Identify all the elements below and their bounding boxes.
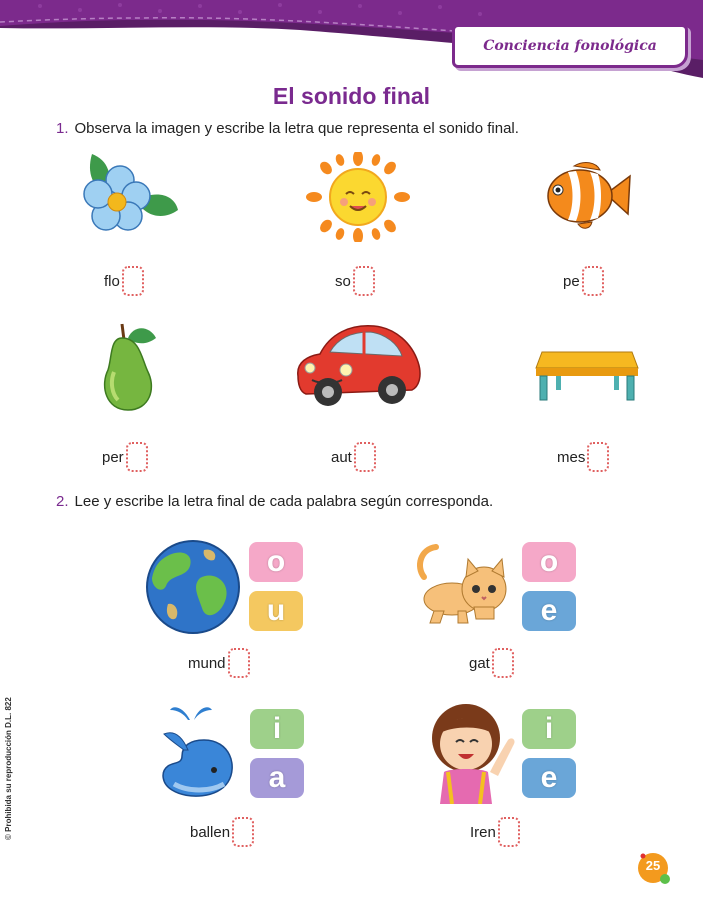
page-number: 25 [645, 858, 661, 873]
exercise-1-item-1: flo [104, 266, 144, 296]
cat-icon [417, 544, 507, 624]
answer-blank[interactable] [227, 648, 250, 678]
pear-icon [103, 323, 156, 411]
word-stem: per [102, 448, 124, 466]
word-stem: aut [331, 448, 352, 466]
exercise-2-item-4: Iren [470, 817, 520, 847]
girl-icon [432, 704, 515, 804]
exercise-2-text: Lee y escribe la letra final de cada pal… [74, 493, 494, 510]
earth-icon [146, 540, 240, 634]
exercise-2-item-2: gat [469, 648, 514, 678]
word-stem: pe [563, 272, 580, 290]
section-tag: Conciencia fonológica [452, 24, 688, 68]
exercise-1-item-4: per [102, 442, 148, 472]
answer-blank[interactable] [353, 442, 376, 472]
option-tile[interactable]: e [522, 758, 576, 798]
table-icon [535, 351, 639, 401]
section-tag-label: Conciencia fonológica [483, 38, 657, 54]
answer-blank[interactable] [232, 817, 255, 847]
exercise-1-text: Observa la imagen y escribe la letra que… [74, 120, 519, 137]
option-tile[interactable]: a [250, 758, 304, 798]
word-stem: mund [188, 654, 226, 672]
exercise-2-number: 2. [56, 493, 69, 510]
answer-blank[interactable] [497, 817, 520, 847]
answer-blank[interactable] [581, 266, 604, 296]
word-stem: Iren [470, 823, 496, 841]
word-stem: gat [469, 654, 490, 672]
exercise-1-item-6: mes [557, 442, 610, 472]
option-tile[interactable]: u [249, 591, 303, 631]
exercise-1-instruction: 1. Observa la imagen y escribe la letra q… [56, 120, 519, 137]
word-stem: mes [557, 448, 586, 466]
page-title: El sonido final [272, 83, 431, 109]
option-tile[interactable]: o [522, 542, 576, 582]
car-icon [297, 325, 421, 406]
flower-icon [83, 154, 178, 231]
whale-icon [162, 707, 233, 797]
word-stem: ballen [190, 823, 231, 841]
copyright-notice: © Prohibida su reproducción D.L. 822 [4, 690, 24, 850]
answer-blank[interactable] [587, 442, 610, 472]
fish-icon [547, 162, 631, 229]
answer-blank[interactable] [491, 648, 514, 678]
option-tile[interactable]: i [522, 709, 576, 749]
answer-blank[interactable] [352, 266, 375, 296]
exercise-2-instruction: 2. Lee y escribe la letra final de cada p… [56, 493, 493, 510]
answer-blank[interactable] [125, 442, 148, 472]
exercise-2-item-1: mund [188, 648, 250, 678]
answer-blank[interactable] [121, 266, 144, 296]
exercise-1-number: 1. [56, 120, 69, 137]
exercise-1-item-2: so [335, 266, 375, 296]
exercise-2-item-3: ballen [190, 817, 255, 847]
option-tile[interactable]: i [250, 709, 304, 749]
word-stem: flo [104, 272, 120, 290]
exercise-1-item-5: aut [331, 442, 376, 472]
sun-icon [306, 152, 410, 242]
option-tile[interactable]: o [249, 542, 303, 582]
copyright-text: © Prohibida su reproducción D.L. 822 [4, 697, 13, 840]
exercise-1-item-3: pe [563, 266, 604, 296]
option-tile[interactable]: e [522, 591, 576, 631]
word-stem: so [335, 272, 351, 290]
